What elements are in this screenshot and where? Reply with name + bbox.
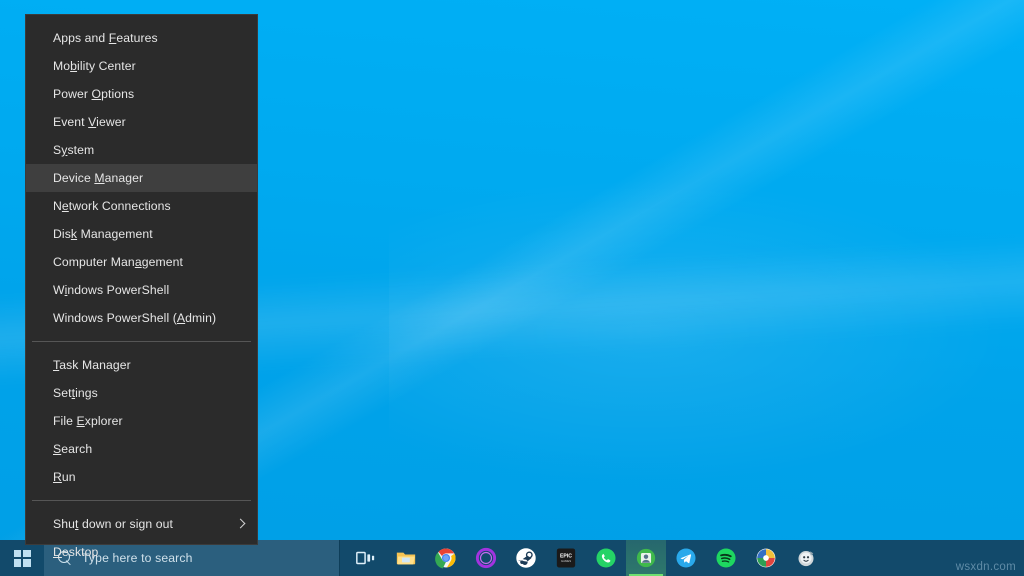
colorful-circle-app-icon [755, 547, 777, 569]
taskbar-app-epic-games[interactable]: EPIC GAMES [546, 540, 586, 576]
taskbar-app-purple-ring-app[interactable] [466, 540, 506, 576]
menu-item-label: Apps and Features [53, 31, 158, 45]
taskbar-app-task-view[interactable] [346, 540, 386, 576]
menu-item-label: Windows PowerShell [53, 283, 170, 297]
menu-item-run[interactable]: Run [26, 463, 257, 491]
menu-item-label: Device Manager [53, 171, 144, 185]
epic-games-icon: EPIC GAMES [555, 547, 577, 569]
menu-item-network-connections[interactable]: Network Connections [26, 192, 257, 220]
menu-item-desktop[interactable]: Desktop [26, 538, 257, 566]
menu-item-computer-management[interactable]: Computer Management [26, 248, 257, 276]
whatsapp-icon [595, 547, 617, 569]
menu-separator [32, 500, 251, 501]
menu-group: Task Manager Settings File Explorer Search R… [26, 351, 257, 491]
menu-item-mobility-center[interactable]: Mobility Center [26, 52, 257, 80]
taskbar-app-google-chrome[interactable] [426, 540, 466, 576]
taskbar-app-steam[interactable] [506, 540, 546, 576]
screen: Apps and Features Mobility Center Power Op… [0, 0, 1024, 576]
menu-item-label: Run [53, 470, 76, 484]
menu-item-label: Shut down or sign out [53, 517, 174, 531]
spotify-icon [715, 547, 737, 569]
menu-item-task-manager[interactable]: Task Manager [26, 351, 257, 379]
menu-separator [32, 341, 251, 342]
menu-item-label: Task Manager [53, 358, 131, 372]
taskbar-app-file-explorer[interactable] [386, 540, 426, 576]
menu-item-label: System [53, 143, 95, 157]
menu-item-system[interactable]: System [26, 136, 257, 164]
menu-item-windows-powershell-admin[interactable]: Windows PowerShell (Admin) [26, 304, 257, 332]
menu-item-label: Disk Management [53, 227, 153, 241]
menu-item-search[interactable]: Search [26, 435, 257, 463]
green-active-app-icon [635, 547, 657, 569]
menu-item-label: Windows PowerShell (Admin) [53, 311, 217, 325]
menu-item-power-options[interactable]: Power Options [26, 80, 257, 108]
taskbar-app-list: EPIC GAMES [340, 540, 826, 576]
winx-power-user-menu[interactable]: Apps and Features Mobility Center Power Op… [25, 14, 258, 559]
menu-item-disk-management[interactable]: Disk Management [26, 220, 257, 248]
menu-item-label: Power Options [53, 87, 135, 101]
svg-text:GAMES: GAMES [561, 559, 571, 563]
menu-group: Apps and Features Mobility Center Power Op… [26, 24, 257, 332]
google-chrome-icon [435, 547, 457, 569]
menu-item-shut-down-or-sign-out[interactable]: Shut down or sign out [26, 510, 257, 538]
menu-item-device-manager[interactable]: Device Manager [26, 164, 257, 192]
menu-item-label: Computer Management [53, 255, 183, 269]
menu-item-label: Desktop [53, 545, 99, 559]
steam-icon [515, 547, 537, 569]
taskbar-app-whatsapp[interactable] [586, 540, 626, 576]
grey-mascot-app-icon [795, 547, 817, 569]
menu-item-settings[interactable]: Settings [26, 379, 257, 407]
taskbar-app-spotify[interactable] [706, 540, 746, 576]
chevron-right-icon [236, 520, 244, 528]
file-explorer-icon [395, 547, 417, 569]
taskbar-app-colorful-circle-app[interactable] [746, 540, 786, 576]
taskbar-app-grey-mascot-app[interactable] [786, 540, 826, 576]
task-view-icon [355, 547, 377, 569]
menu-item-apps-and-features[interactable]: Apps and Features [26, 24, 257, 52]
taskbar-app-telegram[interactable] [666, 540, 706, 576]
menu-item-label: Network Connections [53, 199, 171, 213]
menu-item-label: Mobility Center [53, 59, 136, 73]
menu-item-event-viewer[interactable]: Event Viewer [26, 108, 257, 136]
watermark: wsxdn.com [955, 561, 1016, 573]
menu-item-windows-powershell[interactable]: Windows PowerShell [26, 276, 257, 304]
menu-item-label: Settings [53, 386, 98, 400]
menu-item-label: File Explorer [53, 414, 123, 428]
purple-ring-app-icon [475, 547, 497, 569]
menu-item-label: Event Viewer [53, 115, 126, 129]
menu-item-label: Search [53, 442, 93, 456]
taskbar-app-green-active-app[interactable] [626, 540, 666, 576]
menu-group: Shut down or sign out Desktop [26, 510, 257, 566]
menu-item-file-explorer[interactable]: File Explorer [26, 407, 257, 435]
telegram-icon [675, 547, 697, 569]
